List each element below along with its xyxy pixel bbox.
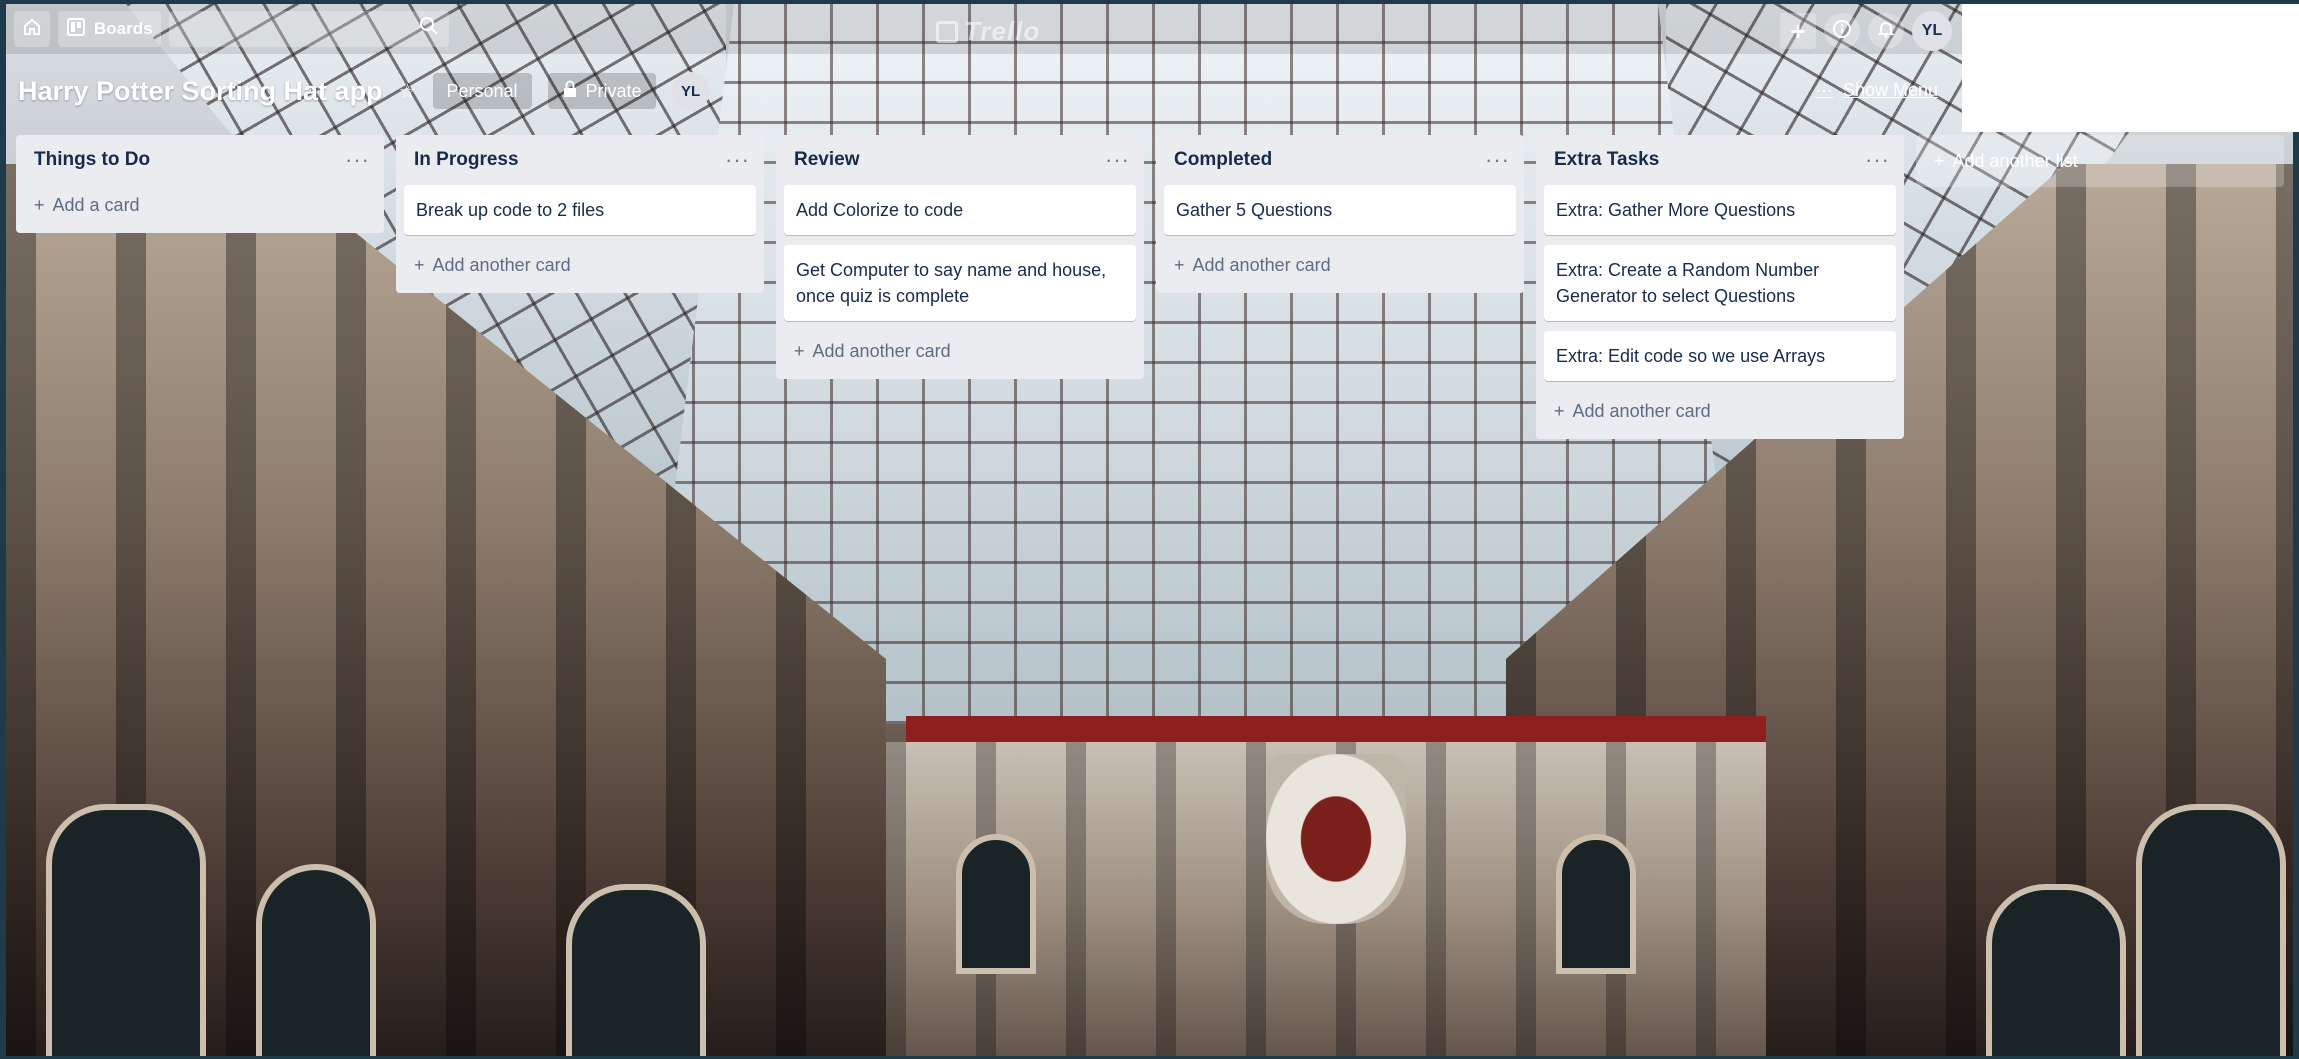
more-icon: ··· [1814,79,1833,100]
plus-icon: + [794,340,805,361]
top-header: Boards Trello + YL [6,4,1962,54]
add-card-button[interactable]: + Add a card [24,185,376,225]
info-icon [1832,19,1852,44]
list-review: Review ··· Add Colorize to code Get Comp… [776,135,1144,379]
visibility-label: Private [585,80,642,101]
list-completed: Completed ··· Gather 5 Questions + Add a… [1156,135,1524,293]
board-header: Harry Potter Sorting Hat app ☆ Personal … [18,70,1948,112]
list-title[interactable]: Review [794,149,859,171]
list-title[interactable]: In Progress [414,149,519,171]
list-menu-icon[interactable]: ··· [1105,147,1130,173]
trello-logo[interactable]: Trello [936,16,1040,47]
plus-icon: + [1554,400,1565,421]
home-button[interactable] [14,11,50,47]
add-card-button[interactable]: + Add another card [784,331,1136,371]
list-menu-icon[interactable]: ··· [1865,147,1890,173]
info-button[interactable] [1824,13,1860,49]
lock-icon [562,80,578,103]
card[interactable]: Extra: Gather More Questions [1544,185,1896,235]
list-title[interactable]: Completed [1174,149,1272,171]
add-card-label: Add another card [1572,400,1711,421]
lists-container: Things to Do ··· + Add a card In Progres… [16,135,2284,439]
home-icon [22,17,42,42]
add-card-label: Add another card [812,340,951,361]
list-extra-tasks: Extra Tasks ··· Extra: Gather More Quest… [1536,135,1904,439]
trello-logo-icon [936,20,958,43]
add-card-label: Add a card [52,194,140,215]
list-header[interactable]: Extra Tasks ··· [1544,135,1896,185]
add-list-button[interactable]: + Add another list [1916,135,2284,187]
add-card-button[interactable]: + Add another card [1544,391,1896,431]
plus-icon: + [1174,254,1185,275]
card[interactable]: Extra: Edit code so we use Arrays [1544,331,1896,381]
list-header[interactable]: Completed ··· [1164,135,1516,185]
list-menu-icon[interactable]: ··· [1485,147,1510,173]
header-actions: + YL [1780,11,1952,51]
plus-icon: + [1934,150,1945,171]
boards-button[interactable]: Boards [58,11,161,47]
boards-icon [66,17,86,42]
notifications-button[interactable] [1868,13,1904,49]
user-avatar[interactable]: YL [1912,11,1952,51]
star-icon[interactable]: ☆ [399,79,417,104]
add-card-label: Add another card [432,254,571,275]
list-header[interactable]: In Progress ··· [404,135,756,185]
list-header[interactable]: Things to Do ··· [24,135,376,185]
card[interactable]: Add Colorize to code [784,185,1136,235]
search-input[interactable] [168,11,449,47]
card[interactable]: Extra: Create a Random Number Generator … [1544,245,1896,321]
add-card-button[interactable]: + Add another card [404,245,756,285]
list-things-to-do: Things to Do ··· + Add a card [16,135,384,233]
board-title[interactable]: Harry Potter Sorting Hat app [18,76,383,107]
add-list-label: Add another list [1952,150,2078,171]
member-avatar[interactable]: YL [671,72,710,110]
plus-icon: + [414,254,425,275]
show-menu-button[interactable]: ··· Show Menu [1805,72,1948,108]
card[interactable]: Break up code to 2 files [404,185,756,235]
show-menu-label: Show Menu [1842,79,1938,100]
card[interactable]: Gather 5 Questions [1164,185,1516,235]
search-icon [419,16,439,42]
plus-icon: + [1790,16,1806,46]
boards-label: Boards [94,19,153,38]
trello-logo-text: Trello [964,16,1041,46]
list-title[interactable]: Things to Do [34,149,150,171]
team-button[interactable]: Personal [432,73,532,109]
add-card-label: Add another card [1192,254,1331,275]
create-button[interactable]: + [1780,13,1816,49]
team-label: Personal [446,80,518,101]
list-header[interactable]: Review ··· [784,135,1136,185]
card[interactable]: Get Computer to say name and house, once… [784,245,1136,321]
list-in-progress: In Progress ··· Break up code to 2 files… [396,135,764,293]
blank-region [1962,4,2299,132]
visibility-button[interactable]: Private [547,73,656,109]
list-menu-icon[interactable]: ··· [345,147,370,173]
add-card-button[interactable]: + Add another card [1164,245,1516,285]
plus-icon: + [34,194,45,215]
list-title[interactable]: Extra Tasks [1554,149,1659,171]
bell-icon [1876,19,1896,44]
list-menu-icon[interactable]: ··· [725,147,750,173]
